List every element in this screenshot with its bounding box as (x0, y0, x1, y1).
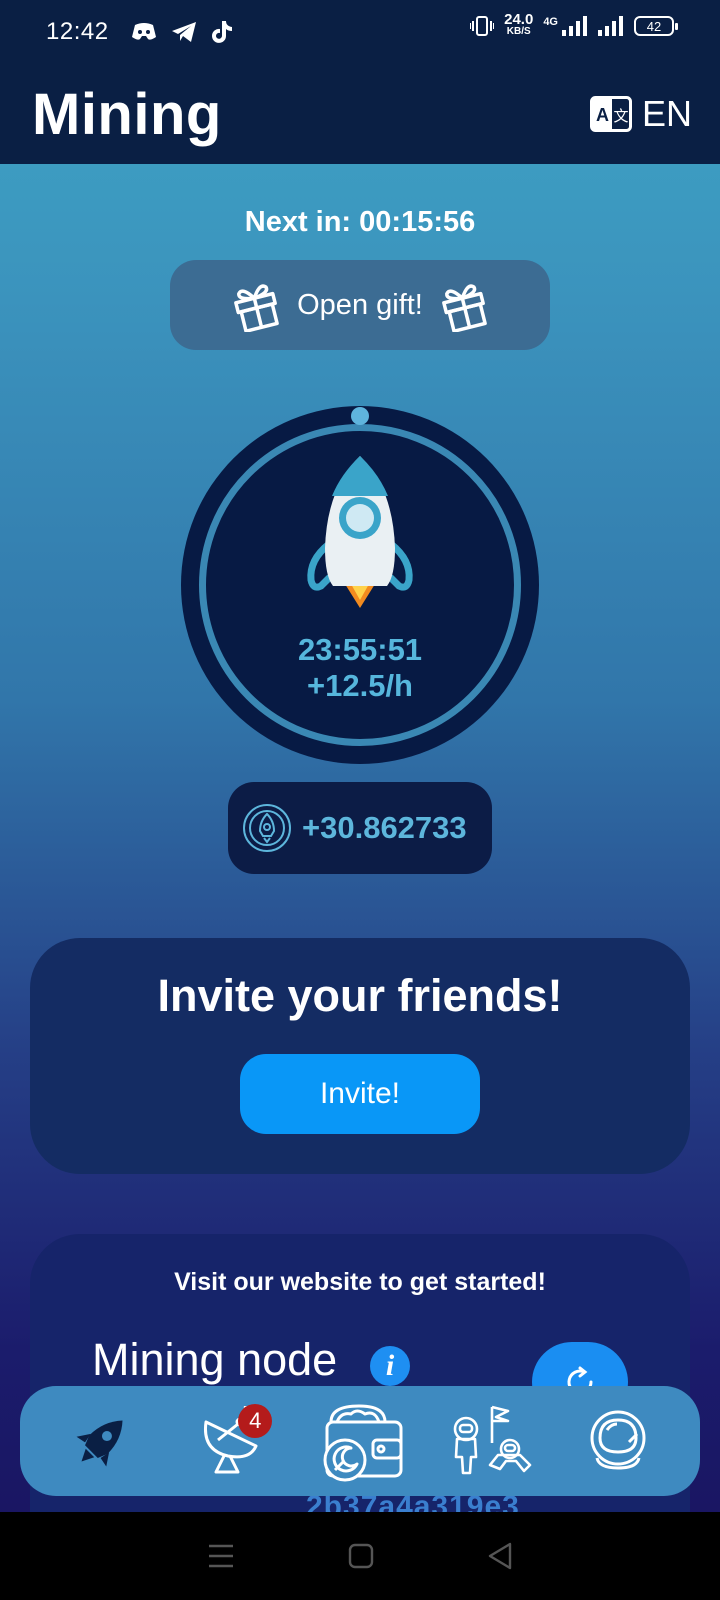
info-icon[interactable]: i (370, 1346, 410, 1386)
rocket-icon (307, 456, 413, 608)
notification-badge: 4 (238, 1404, 273, 1438)
app-header: Mining A 文 EN (0, 64, 720, 164)
battery-icon: 42 (634, 16, 678, 36)
invite-title: Invite your friends! (157, 970, 563, 1021)
signal-icon-2 (598, 16, 623, 36)
battery-level: 42 (646, 18, 662, 34)
balance-display: +30.862733 (228, 782, 492, 874)
net-speed-unit: KB/S (506, 26, 531, 37)
balance-value: +30.862733 (302, 810, 467, 845)
visit-website-text: Visit our website to get started! (174, 1268, 546, 1296)
menu-icon[interactable] (207, 1543, 235, 1569)
svg-text:文: 文 (613, 107, 628, 125)
rocket-icon (76, 1420, 123, 1467)
gift-icon-right (441, 284, 487, 332)
invite-card: Invite your friends! Invite! (30, 938, 690, 1174)
astronauts-icon (453, 1405, 532, 1475)
gift-icon (234, 284, 279, 332)
discord-icon (131, 23, 156, 40)
net-speed-value: 24.0 (504, 11, 534, 28)
mining-node-title: Mining node (92, 1334, 338, 1385)
telegram-icon (171, 22, 196, 42)
vibrate-icon (470, 16, 495, 36)
mining-progress-ring[interactable]: 23:55:51 +12.5/h (181, 406, 539, 764)
open-gift-button[interactable]: Open gift! (170, 260, 550, 350)
tiktok-icon (211, 21, 232, 43)
nav-friends[interactable] (444, 1396, 534, 1486)
status-bar: 12:42 24.0 KB/S 4G 42 (0, 0, 720, 64)
coin-icon (243, 804, 291, 852)
network-type: 4G (543, 16, 558, 28)
nav-wallet[interactable] (315, 1396, 405, 1486)
helmet-icon (590, 1410, 646, 1470)
next-gift-timer: Next in: 00:15:56 (244, 206, 476, 238)
mining-screen: 12:42 24.0 KB/S 4G 42 Mining A 文 EN Next… (0, 0, 720, 1600)
signal-icon (562, 16, 587, 36)
nav-profile[interactable] (573, 1396, 663, 1486)
open-gift-label: Open gift! (297, 288, 423, 321)
svg-text:A: A (596, 105, 609, 125)
session-countdown: 23:55:51 (297, 632, 423, 667)
progress-indicator (351, 407, 369, 425)
bottom-navigation: 4 (20, 1386, 700, 1496)
translate-icon: A 文 (589, 96, 632, 132)
mining-rate: +12.5/h (307, 668, 413, 703)
mining-session-timer: 23:55:51 +12.5/h (181, 632, 539, 704)
nav-mining[interactable] (57, 1396, 147, 1486)
invite-button[interactable]: Invite! (240, 1054, 480, 1134)
home-icon[interactable] (348, 1543, 374, 1569)
page-title: Mining (32, 81, 222, 147)
status-time: 12:42 (46, 18, 109, 45)
net-speed: 24.0 KB/S (504, 11, 534, 38)
back-icon[interactable] (487, 1542, 513, 1570)
nav-tasks[interactable]: 4 (186, 1396, 276, 1486)
system-navigation-bar (0, 1512, 720, 1600)
language-label: EN (641, 93, 692, 134)
language-switch[interactable]: A 文 EN (589, 93, 692, 135)
wallet-icon (323, 1404, 403, 1482)
